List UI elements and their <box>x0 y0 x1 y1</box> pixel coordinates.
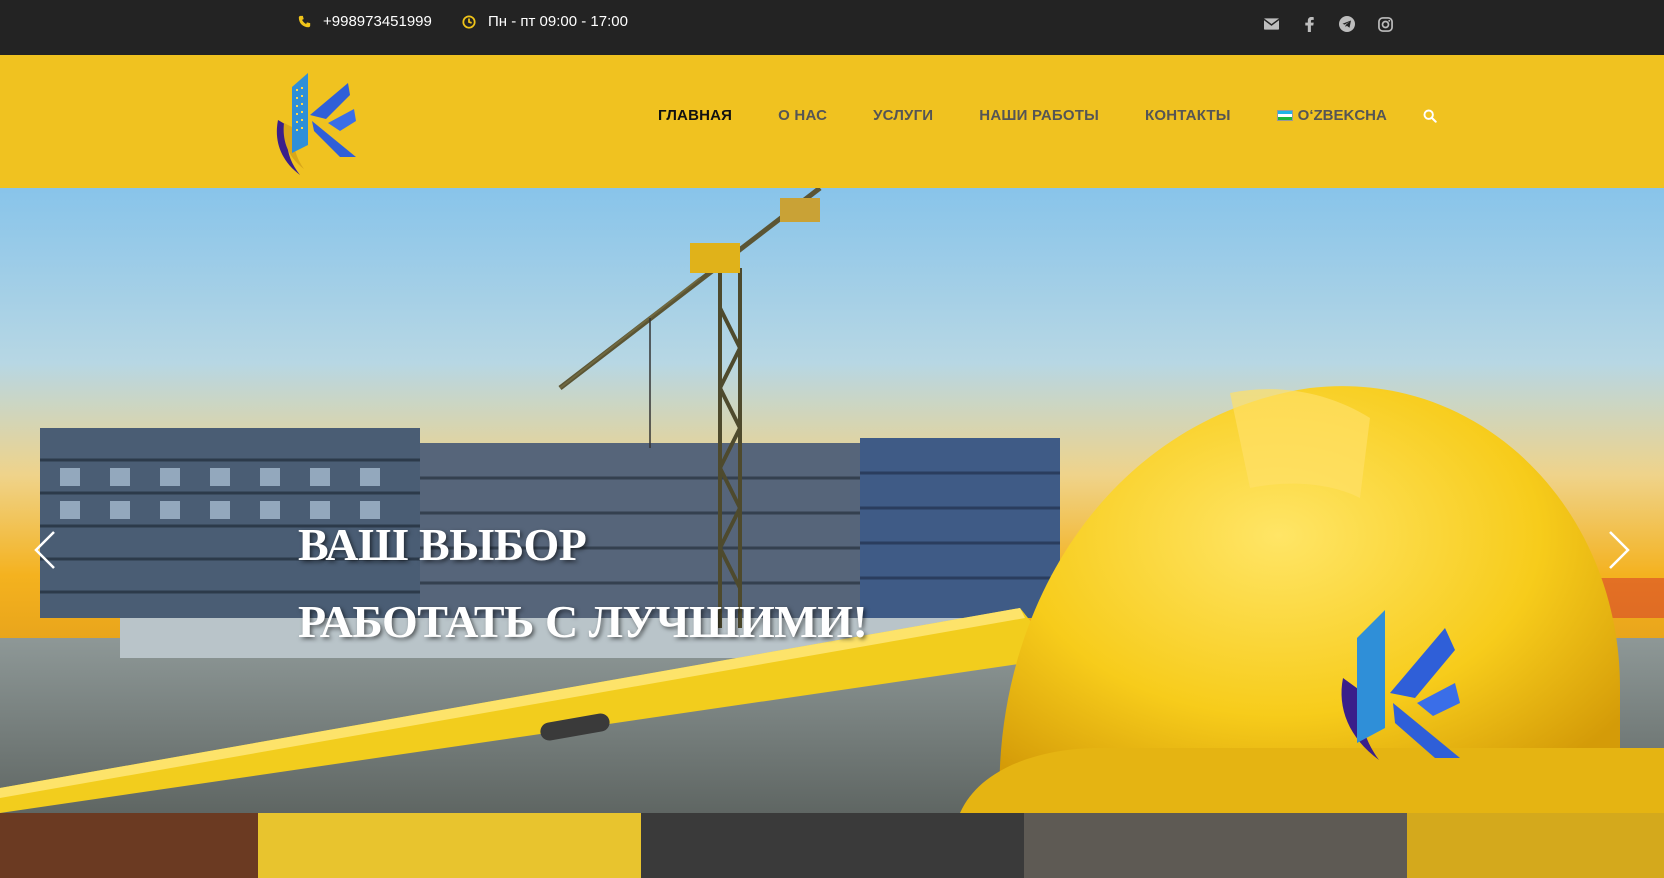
chevron-right-icon <box>1609 531 1630 569</box>
feature-card-2[interactable] <box>641 813 1024 878</box>
clock-icon <box>462 14 476 29</box>
main-navigation: ГЛАВНАЯ О НАС УСЛУГИ НАШИ РАБОТЫ КОНТАКТ… <box>658 107 1437 124</box>
slider-next-button[interactable] <box>1602 528 1636 572</box>
top-bar: +998973451999 Пн - пт 09:00 - 17:00 <box>0 0 1664 55</box>
hero-slider: ВАШ ВЫБОР РАБОТАТЬ С ЛУЧШИМИ! <box>0 188 1664 813</box>
feature-card-3[interactable] <box>1024 813 1407 878</box>
hero-background-image <box>0 188 1664 813</box>
nav-item-contacts[interactable]: КОНТАКТЫ <box>1145 107 1231 124</box>
language-label: O‘ZBEKCHA <box>1297 107 1387 124</box>
hero-headline-line2: РАБОТАТЬ С ЛУЧШИМИ! <box>298 596 868 647</box>
company-logo[interactable] <box>270 65 360 180</box>
slider-prev-button[interactable] <box>28 528 62 572</box>
uzbekistan-flag-icon <box>1276 110 1293 121</box>
instagram-icon[interactable] <box>1376 14 1394 34</box>
envelope-icon[interactable] <box>1262 14 1280 34</box>
phone-number: +998973451999 <box>323 13 432 30</box>
hero-headline-line1: ВАШ ВЫБОР <box>298 519 587 570</box>
site-header: ГЛАВНАЯ О НАС УСЛУГИ НАШИ РАБОТЫ КОНТАКТ… <box>0 55 1664 188</box>
nav-item-about[interactable]: О НАС <box>778 107 827 124</box>
nav-item-portfolio[interactable]: НАШИ РАБОТЫ <box>979 107 1099 124</box>
feature-strip <box>0 813 1664 878</box>
hero-headline: ВАШ ВЫБОР РАБОТАТЬ С ЛУЧШИМИ! <box>298 506 868 660</box>
language-switcher[interactable]: O‘ZBEKCHA <box>1276 107 1387 124</box>
facebook-icon[interactable] <box>1300 14 1318 34</box>
working-hours: Пн - пт 09:00 - 17:00 <box>462 13 628 30</box>
phone-icon <box>298 15 311 28</box>
feature-card-1[interactable] <box>258 813 641 878</box>
hours-text: Пн - пт 09:00 - 17:00 <box>488 13 628 30</box>
chevron-left-icon <box>34 531 55 569</box>
phone-contact[interactable]: +998973451999 <box>298 13 432 30</box>
nav-item-home[interactable]: ГЛАВНАЯ <box>658 107 732 124</box>
feature-strip-image <box>1407 813 1664 878</box>
nav-item-services[interactable]: УСЛУГИ <box>873 107 933 124</box>
search-icon[interactable] <box>1423 109 1437 123</box>
telegram-icon[interactable] <box>1338 14 1356 34</box>
social-links <box>1262 14 1394 34</box>
